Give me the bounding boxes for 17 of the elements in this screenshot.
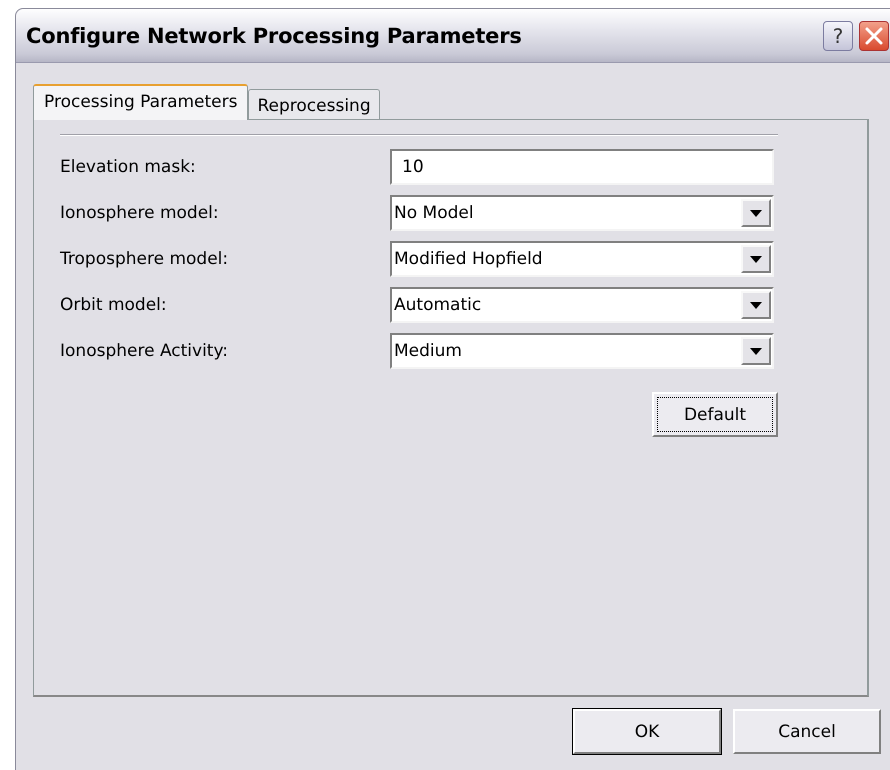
dropdown[interactable]: Modified Hopfield — [390, 241, 774, 277]
input-field[interactable]: 10 — [390, 149, 774, 185]
window-title: Configure Network Processing Parameters — [26, 24, 523, 48]
default-button[interactable]: Default — [652, 392, 778, 437]
dropdown[interactable]: No Model — [390, 195, 774, 231]
dialog-button[interactable]: Cancel — [733, 709, 881, 754]
help-button[interactable]: ? — [823, 20, 853, 50]
dropdown[interactable]: Automatic — [390, 287, 774, 323]
field-label: Ionosphere model: — [60, 203, 220, 223]
dialog-button[interactable]: OK — [573, 709, 721, 754]
tab[interactable]: Reprocessing — [248, 89, 380, 119]
field-label: Troposphere model: — [60, 249, 230, 269]
field-label: Elevation mask: — [60, 157, 197, 177]
tab[interactable]: Processing Parameters — [33, 84, 248, 120]
field-label: Orbit model: — [60, 295, 168, 315]
dropdown[interactable]: Medium — [390, 333, 774, 369]
field-label: Ionosphere Activity: — [60, 341, 230, 361]
